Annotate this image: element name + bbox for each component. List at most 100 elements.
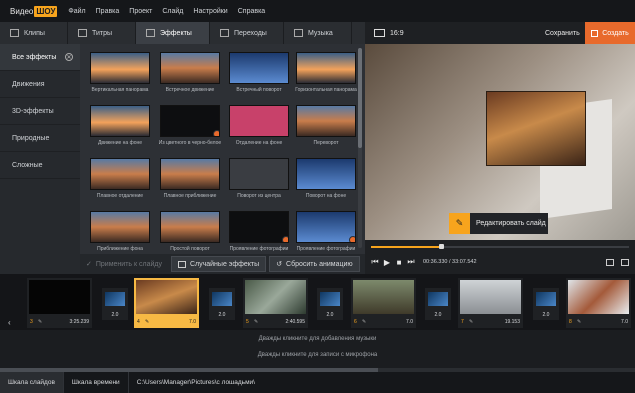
premium-badge-icon [282, 236, 288, 242]
pencil-icon[interactable]: ✎ [254, 319, 258, 325]
slide-clip[interactable]: 3 ✎ 3:25.239 [27, 278, 92, 328]
tab-time-timeline[interactable]: Шкала времени [64, 372, 129, 393]
category-label: 3D-эффекты [12, 107, 54, 115]
transition-clip[interactable]: 2.0 [317, 288, 343, 320]
tab-transitions[interactable]: Переходы [210, 22, 284, 44]
transition-clip[interactable]: 2.0 [425, 288, 451, 320]
transition-clip[interactable]: 2.0 [102, 288, 128, 320]
menu-slide[interactable]: Слайд [157, 8, 188, 15]
effect-tile[interactable]: Встречное движение [156, 52, 224, 93]
reset-animation-button[interactable]: ↺ Сбросить анимацию [269, 256, 360, 272]
category-all-effects[interactable]: Все эффекты ✕ [0, 44, 80, 71]
effect-tile[interactable]: Вертикальная панорама [86, 52, 154, 93]
clip-thumbnail [136, 280, 197, 314]
snapshot-icon[interactable] [606, 259, 614, 266]
scroll-left-icon[interactable]: ‹ [8, 318, 11, 327]
create-button[interactable]: Создать [585, 22, 635, 44]
stop-icon[interactable]: ■ [393, 258, 405, 267]
tab-slide-timeline[interactable]: Шкала слайдов [0, 372, 64, 393]
category-3d[interactable]: 3D-эффекты [0, 98, 80, 125]
music-track[interactable]: Дважды кликните для добавления музыки [0, 336, 635, 342]
transition-clip[interactable]: 2.0 [533, 288, 559, 320]
playback-progress[interactable] [371, 244, 629, 249]
effect-thumbnail [229, 105, 289, 137]
pencil-icon[interactable]: ✎ [38, 319, 42, 325]
effect-tile[interactable]: Из цветного в черно-белое [156, 105, 224, 146]
effect-tile[interactable]: Плавное приближение [156, 158, 224, 199]
effect-tile[interactable]: Отдаление на фоне [225, 105, 293, 146]
tab-clips[interactable]: Клипы [0, 22, 68, 44]
edit-slide-button[interactable]: ✎ Редактировать слайд [449, 213, 548, 234]
slide-clip-selected[interactable]: 4 ✎ 7.0 [134, 278, 199, 328]
random-label: Случайные эффекты [189, 260, 260, 268]
tab-effects[interactable]: Эффекты [136, 22, 210, 44]
fullscreen-icon[interactable] [621, 259, 629, 266]
menu-file[interactable]: Файл [63, 8, 90, 15]
slide-clip[interactable]: 5 ✎ 2:40.595 [243, 278, 308, 328]
tab-music[interactable]: Музыка [284, 22, 352, 44]
slide-timeline: ‹ › 3 ✎ 3:25.239 2.0 4 ✎ 7.0 2.0 5 ✎ 2:4… [0, 274, 635, 330]
effect-label: Поворот из центра [237, 193, 281, 199]
progress-knob[interactable] [438, 244, 444, 249]
pencil-icon[interactable]: ✎ [362, 319, 366, 325]
edit-slide-label: Редактировать слайд [476, 220, 546, 227]
previous-icon[interactable]: ⏮ [369, 257, 381, 267]
clip-thumbnail [460, 280, 521, 314]
clip-duration: 2:40.595 [285, 319, 305, 325]
menu-edit[interactable]: Правка [91, 8, 125, 15]
menu-project[interactable]: Проект [124, 8, 157, 15]
aspect-ratio[interactable]: 16:9 [390, 30, 404, 37]
tab-label: Переходы [234, 29, 267, 37]
pencil-icon[interactable]: ✎ [577, 319, 581, 325]
pencil-icon[interactable]: ✎ [469, 319, 473, 325]
effect-tile[interactable]: Поворот из центра [225, 158, 293, 199]
menu-help[interactable]: Справка [233, 8, 270, 15]
effect-tile[interactable]: Приближение фона [86, 211, 154, 252]
transition-thumbnail [105, 292, 125, 306]
effect-tile[interactable]: Проявление фотографии [225, 211, 293, 252]
effect-tile[interactable]: Горизонтальная панорама [292, 52, 360, 93]
app-logo: Видео ШОУ [0, 0, 63, 22]
category-motion[interactable]: Движения [0, 71, 80, 98]
effects-scrollbar[interactable] [358, 48, 362, 248]
category-complex[interactable]: Сложные [0, 152, 80, 179]
text-icon [78, 29, 87, 37]
effect-tile[interactable]: Переворот [292, 105, 360, 146]
effect-tile[interactable]: Поворот на фоне [292, 158, 360, 199]
tab-label: Титры [92, 29, 113, 37]
pencil-icon[interactable]: ✎ [145, 319, 149, 325]
category-label: Природные [12, 134, 50, 142]
transport-controls: ⏮ ▶ ■ ⏭ 00:36.330 / 33:07.542 [369, 257, 476, 267]
effect-tile[interactable]: Встречный поворот [225, 52, 293, 93]
apply-to-slide-button[interactable]: ✓ Применить к слайду [80, 256, 168, 272]
transition-clip[interactable]: 2.0 [209, 288, 235, 320]
save-button[interactable]: Сохранить [545, 22, 580, 44]
effect-tile[interactable]: Плавное отдаление [86, 158, 154, 199]
slide-clip[interactable]: 8 ✎ 7.0 [566, 278, 631, 328]
category-nature[interactable]: Природные [0, 125, 80, 152]
play-icon[interactable]: ▶ [381, 258, 393, 267]
effect-tile[interactable]: Движение на фоне [86, 105, 154, 146]
random-effects-button[interactable]: Случайные эффекты [170, 256, 267, 272]
slide-clip[interactable]: 7 ✎ 19.153 [458, 278, 523, 328]
slide-clip[interactable]: 6 ✎ 7.0 [351, 278, 416, 328]
tab-titles[interactable]: Титры [68, 22, 136, 44]
next-icon[interactable]: ⏭ [405, 257, 417, 267]
clip-thumbnail [353, 280, 414, 314]
progress-fill [371, 246, 441, 248]
clip-thumbnail [568, 280, 629, 314]
status-bar: Шкала слайдов Шкала времени C:\Users\Man… [0, 372, 635, 393]
close-icon[interactable]: ✕ [65, 53, 73, 61]
effect-tile[interactable]: Проявление фотографии [292, 211, 360, 252]
player-extra-controls [599, 259, 629, 266]
effect-thumbnail [229, 211, 289, 243]
check-icon: ✓ [86, 261, 92, 268]
microphone-track[interactable]: Дважды кликните для записи с микрофона [0, 352, 635, 358]
clip-duration: 19.153 [504, 319, 520, 325]
slide-preview [365, 44, 635, 240]
effect-thumbnail [229, 52, 289, 84]
effect-tile[interactable]: Простой поворот [156, 211, 224, 252]
logo-text-left: Видео [10, 6, 34, 16]
menu-settings[interactable]: Настройки [188, 8, 232, 15]
scrollbar-thumb[interactable] [358, 48, 362, 148]
